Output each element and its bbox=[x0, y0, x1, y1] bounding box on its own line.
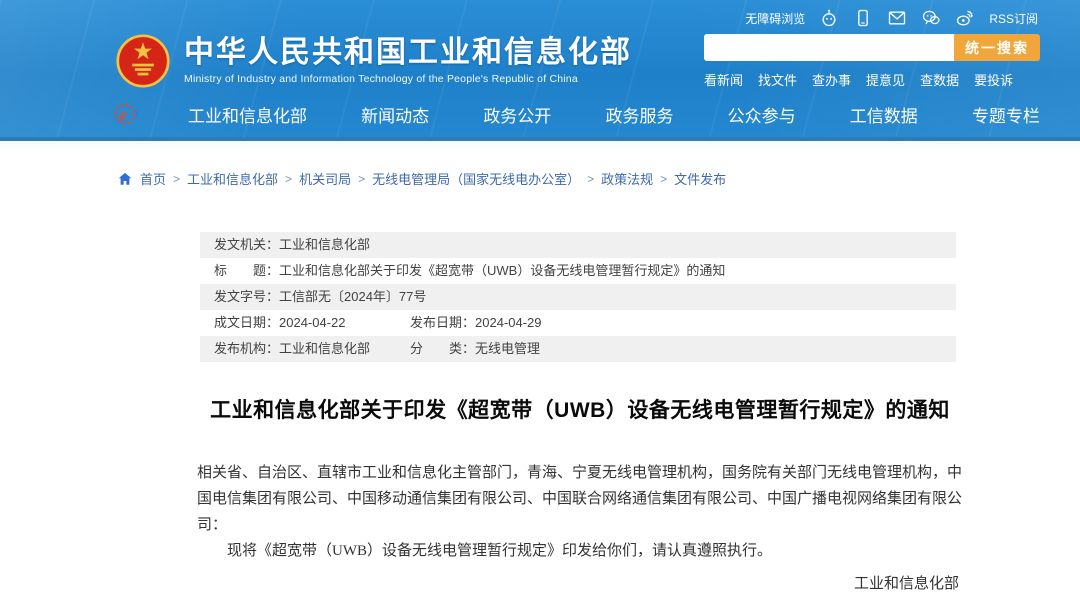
meta-row-issuing-authority: 发文机关：工业和信息化部 bbox=[200, 232, 956, 258]
brand[interactable]: 中华人民共和国工业和信息化部 Ministry of Industry and … bbox=[116, 32, 632, 89]
signature-block: 工业和信息化部 2024年4月22日 bbox=[197, 570, 963, 592]
breadcrumb-item-policies[interactable]: 政策法规 bbox=[601, 169, 653, 188]
home-icon bbox=[118, 172, 132, 186]
breadcrumb-item-departments[interactable]: 机关司局 bbox=[299, 169, 351, 188]
document-meta-table: 发文机关：工业和信息化部 标 题：工业和信息化部关于印发《超宽带（UWB）设备无… bbox=[200, 232, 956, 362]
nav-item-news[interactable]: 新闻动态 bbox=[361, 102, 429, 127]
site-header: 无障碍浏览 RSS订阅 bbox=[0, 0, 1080, 141]
weibo-icon[interactable] bbox=[955, 8, 975, 28]
quick-link-data[interactable]: 查数据 bbox=[920, 70, 959, 89]
nav-item-gov-services[interactable]: 政务服务 bbox=[605, 102, 673, 127]
page: 无障碍浏览 RSS订阅 bbox=[0, 0, 1080, 592]
breadcrumb-item-miit[interactable]: 工业和信息化部 bbox=[187, 169, 278, 188]
miit-logo-icon: e bbox=[112, 100, 140, 128]
breadcrumb-item-home[interactable]: 首页 bbox=[140, 169, 166, 188]
brand-text: 中华人民共和国工业和信息化部 Ministry of Industry and … bbox=[184, 36, 632, 85]
national-emblem-icon bbox=[116, 34, 170, 88]
header-main: 中华人民共和国工业和信息化部 Ministry of Industry and … bbox=[0, 28, 1080, 89]
meta-row-title: 标 题：工业和信息化部关于印发《超宽带（UWB）设备无线电管理暂行规定》的通知 bbox=[200, 258, 956, 284]
mobile-icon[interactable] bbox=[853, 8, 873, 28]
nav-item-miit-data[interactable]: 工信数据 bbox=[850, 102, 918, 127]
quick-link-news[interactable]: 看新闻 bbox=[704, 70, 743, 89]
meta-row-document-number: 发文字号：工信部无〔2024年〕77号 bbox=[200, 284, 956, 310]
quick-link-complaints[interactable]: 要投诉 bbox=[974, 70, 1013, 89]
topbar: 无障碍浏览 RSS订阅 bbox=[0, 0, 1080, 28]
nav-item-special-columns[interactable]: 专题专栏 bbox=[972, 102, 1040, 127]
document-body: 相关省、自治区、直辖市工业和信息化主管部门，青海、宁夏无线电管理机构，国务院有关… bbox=[197, 460, 963, 592]
breadcrumb-item-radio-bureau[interactable]: 无线电管理局（国家无线电办公室） bbox=[372, 169, 580, 188]
nav-items: 工业和信息化部 新闻动态 政务公开 政务服务 公众参与 工信数据 专题专栏 bbox=[188, 102, 1040, 127]
mail-icon[interactable] bbox=[887, 8, 907, 28]
meta-row-dates: 成文日期：2024-04-22 发布日期：2024-04-29 bbox=[200, 310, 956, 336]
main-content: 首页 > 工业和信息化部 > 机关司局 > 无线电管理局（国家无线电办公室） >… bbox=[0, 141, 1080, 592]
document-title: 工业和信息化部关于印发《超宽带（UWB）设备无线电管理暂行规定》的通知 bbox=[197, 394, 963, 424]
nav-item-public-participation[interactable]: 公众参与 bbox=[728, 102, 796, 127]
accessibility-link[interactable]: 无障碍浏览 bbox=[745, 10, 805, 27]
unified-search-button[interactable]: 统一搜索 bbox=[954, 34, 1040, 61]
quick-links: 看新闻 找文件 查办事 提意见 查数据 要投诉 bbox=[704, 70, 1040, 89]
quick-link-services[interactable]: 查办事 bbox=[812, 70, 851, 89]
breadcrumb: 首页 > 工业和信息化部 > 机关司局 > 无线电管理局（国家无线电办公室） >… bbox=[0, 141, 1080, 188]
mascot-icon[interactable] bbox=[819, 8, 839, 28]
quick-link-documents[interactable]: 找文件 bbox=[758, 70, 797, 89]
search-area: 统一搜索 看新闻 找文件 查办事 提意见 查数据 要投诉 bbox=[704, 34, 1040, 89]
search-input[interactable] bbox=[704, 34, 954, 61]
breadcrumb-item-document-release[interactable]: 文件发布 bbox=[674, 169, 726, 188]
nav-item-gov-disclosure[interactable]: 政务公开 bbox=[483, 102, 551, 127]
rss-link[interactable]: RSS订阅 bbox=[989, 10, 1038, 27]
ministry-name-cn: 中华人民共和国工业和信息化部 bbox=[184, 36, 632, 70]
ministry-name-en: Ministry of Industry and Information Tec… bbox=[184, 73, 632, 85]
wechat-icon[interactable] bbox=[921, 8, 941, 28]
signature-org: 工业和信息化部 bbox=[854, 570, 959, 592]
quick-link-suggestions[interactable]: 提意见 bbox=[866, 70, 905, 89]
meta-row-publisher-category: 发布机构：工业和信息化部 分 类：无线电管理 bbox=[200, 336, 956, 362]
svg-text:e: e bbox=[119, 106, 127, 125]
nav-item-miit[interactable]: 工业和信息化部 bbox=[188, 102, 307, 127]
main-nav: e 工业和信息化部 新闻动态 政务公开 政务服务 公众参与 工信数据 专题专栏 bbox=[0, 91, 1080, 137]
body-paragraph: 相关省、自治区、直辖市工业和信息化主管部门，青海、宁夏无线电管理机构，国务院有关… bbox=[197, 460, 963, 538]
body-paragraph: 现将《超宽带（UWB）设备无线电管理暂行规定》印发给你们，请认真遵照执行。 bbox=[197, 538, 963, 564]
